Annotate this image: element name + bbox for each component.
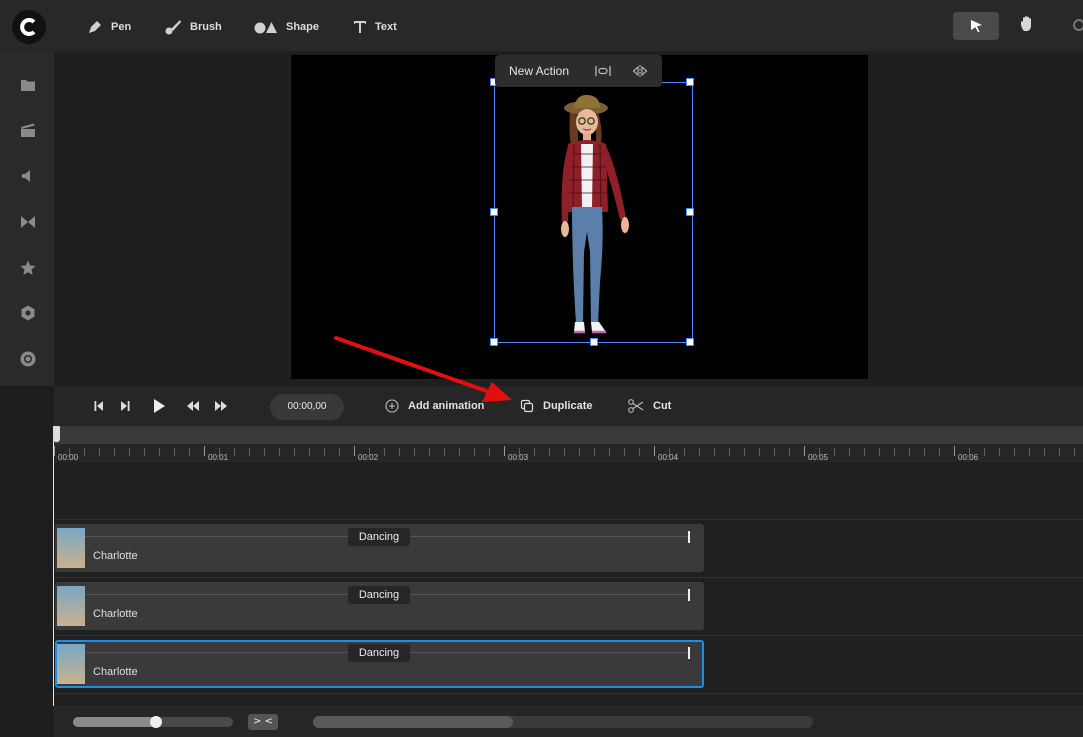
text-icon	[354, 21, 366, 33]
track-divider	[54, 577, 1083, 578]
duplicate-label: Duplicate	[543, 400, 593, 412]
track-clip[interactable]: Dancing Charlotte	[55, 524, 704, 572]
timeline-scrub-bar[interactable]	[54, 426, 1083, 444]
play-icon[interactable]	[152, 398, 166, 414]
shape-icon	[254, 22, 277, 34]
duplicate-button[interactable]: Duplicate	[520, 399, 593, 413]
playback-controls-bar: 00:00,00 Add animation Duplicate Cut	[54, 386, 1083, 426]
resize-handle-left[interactable]	[490, 208, 498, 216]
tick-label: 00:06	[958, 453, 979, 462]
scissors-icon	[628, 399, 644, 413]
playhead-line	[53, 426, 54, 706]
duplicate-icon	[520, 399, 534, 413]
animation-tag[interactable]: Dancing	[348, 528, 410, 546]
folder-icon[interactable]	[19, 76, 37, 94]
timeline-tracks: Dancing Charlotte Dancing Charlotte Danc…	[54, 462, 1083, 706]
pen-tool-label: Pen	[111, 21, 132, 33]
clip-name: Charlotte	[93, 666, 138, 678]
fit-width-icon[interactable]	[595, 65, 611, 77]
clip-thumbnail	[57, 644, 85, 684]
track-divider	[54, 635, 1083, 636]
add-animation-button[interactable]: Add animation	[385, 399, 484, 413]
add-animation-label: Add animation	[408, 400, 485, 412]
cut-label: Cut	[653, 400, 672, 412]
brush-tool-label: Brush	[190, 21, 222, 33]
app-logo-icon[interactable]	[12, 10, 46, 44]
star-icon[interactable]	[19, 259, 37, 277]
track-clip-selected[interactable]: Dancing Charlotte	[55, 640, 704, 688]
collapse-timeline-button[interactable]: > <	[248, 714, 278, 730]
tick-label: 00:00	[58, 453, 79, 462]
tick-label: 00:05	[808, 453, 829, 462]
add-circle-icon	[385, 399, 399, 413]
resize-handle-bottom-left[interactable]	[490, 338, 498, 346]
resize-handle-bottom-right[interactable]	[686, 338, 694, 346]
time-display[interactable]: 00:00,00	[270, 394, 344, 420]
skip-to-end-icon[interactable]	[119, 400, 131, 412]
track-divider	[54, 519, 1083, 520]
fast-forward-icon[interactable]	[214, 400, 228, 412]
horizontal-scrollbar[interactable]	[313, 716, 813, 728]
transition-icon[interactable]	[19, 213, 37, 231]
hexagon-icon[interactable]	[19, 304, 37, 322]
top-toolbar: Pen Brush Shape Text	[0, 0, 1083, 52]
left-sidebar	[0, 52, 54, 386]
animation-tag[interactable]: Dancing	[348, 586, 410, 604]
tick-label: 00:04	[658, 453, 679, 462]
cut-button[interactable]: Cut	[628, 399, 671, 413]
zoom-slider[interactable]	[73, 716, 233, 728]
scrollbar-thumb[interactable]	[313, 716, 513, 728]
playhead-handle[interactable]	[53, 426, 60, 442]
animation-tag[interactable]: Dancing	[348, 644, 410, 662]
tick-label: 00:03	[508, 453, 529, 462]
clip-name: Charlotte	[93, 608, 138, 620]
resize-handle-top-right[interactable]	[686, 78, 694, 86]
clip-end-handle[interactable]	[688, 647, 690, 659]
skip-to-start-icon[interactable]	[93, 400, 105, 412]
pen-icon	[89, 21, 101, 33]
clapperboard-icon[interactable]	[19, 121, 37, 139]
timeline-ruler[interactable]: 00:00 00:01 00:02 00:03 00:04 00:05 00:0…	[54, 426, 1083, 462]
brush-icon	[165, 20, 181, 35]
app-root: Pen Brush Shape Text New Action 00:00,00…	[0, 0, 1083, 737]
zoom-slider-fill	[73, 717, 157, 727]
record-icon[interactable]	[19, 350, 37, 368]
new-action-button[interactable]: New Action	[509, 64, 569, 78]
shape-tool-button[interactable]: Shape	[254, 17, 319, 37]
clip-thumbnail	[57, 528, 85, 568]
shape-tool-label: Shape	[286, 21, 320, 33]
select-tool-button[interactable]	[953, 12, 999, 40]
flip-horizontal-icon[interactable]	[632, 65, 648, 77]
hand-icon	[1021, 16, 1031, 31]
tick-label: 00:01	[208, 453, 229, 462]
clip-end-handle[interactable]	[688, 531, 690, 543]
track-divider	[54, 693, 1083, 694]
brush-tool-button[interactable]: Brush	[164, 17, 222, 37]
text-tool-button[interactable]: Text	[353, 17, 397, 37]
clip-thumbnail	[57, 586, 85, 626]
selection-box[interactable]	[490, 78, 694, 346]
search-icon[interactable]	[1073, 19, 1083, 31]
timeline-bottom-bar: > <	[54, 706, 1083, 737]
tick-label: 00:02	[358, 453, 379, 462]
clip-name: Charlotte	[93, 550, 138, 562]
new-action-popup: New Action	[495, 55, 662, 87]
text-tool-label: Text	[375, 21, 397, 33]
hand-tool-button[interactable]	[1018, 14, 1042, 38]
select-arrow-icon	[971, 20, 982, 33]
pen-tool-button[interactable]: Pen	[87, 17, 131, 37]
resize-handle-right[interactable]	[686, 208, 694, 216]
resize-handle-bottom[interactable]	[590, 338, 598, 346]
speaker-icon[interactable]	[19, 167, 37, 185]
zoom-slider-knob[interactable]	[150, 716, 163, 728]
rewind-icon[interactable]	[186, 400, 200, 412]
track-clip[interactable]: Dancing Charlotte	[55, 582, 704, 630]
clip-end-handle[interactable]	[688, 589, 690, 601]
